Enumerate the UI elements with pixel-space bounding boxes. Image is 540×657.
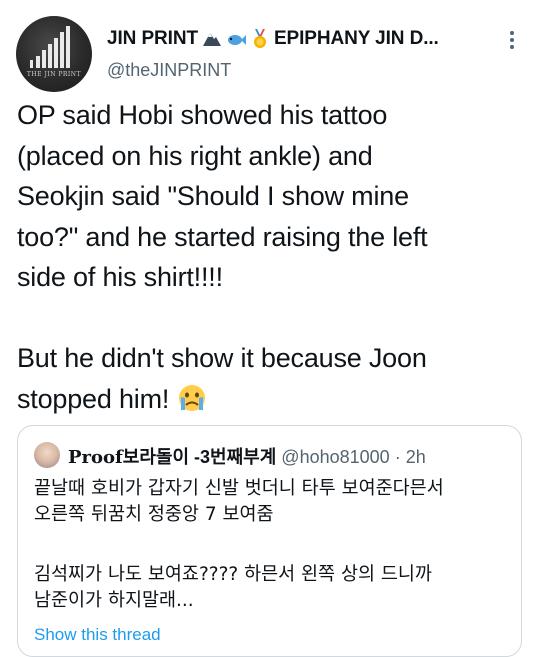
author-handle[interactable]: @theJINPRINT xyxy=(107,60,231,81)
more-options-icon[interactable] xyxy=(505,29,519,51)
mountain-icon xyxy=(202,33,221,46)
author-display-name[interactable]: JIN PRINT EPIPHANY JIN D... xyxy=(107,28,439,50)
quoted-tweet-header: Proof보라돌이 -3번째부계 @hoho81000 · 2h xyxy=(68,443,426,469)
quoted-author-avatar[interactable] xyxy=(34,442,60,468)
tweet-paragraph-2: But he didn't show it because Joon stopp… xyxy=(17,338,529,419)
bar-logo-icon xyxy=(30,26,70,68)
tweet-paragraph-1: OP said Hobi showed his tattoo (placed o… xyxy=(17,100,428,292)
quoted-author-handle: @hoho81000 xyxy=(281,447,390,467)
medal-icon xyxy=(253,29,266,48)
display-name-start: JIN PRINT xyxy=(107,28,198,49)
tweet-paragraph-2-line-1: But he didn't show it because Joon xyxy=(17,343,427,373)
quoted-timestamp: 2h xyxy=(405,447,426,467)
quoted-author-name-fraktur: Proof xyxy=(68,447,123,468)
display-name-end: EPIPHANY JIN D... xyxy=(273,28,439,49)
avatar-text: THE JIN PRINT xyxy=(26,71,82,78)
fish-icon xyxy=(227,35,246,45)
author-avatar[interactable]: THE JIN PRINT xyxy=(16,16,92,92)
quoted-author-name: Proof보라돌이 -3번째부계 xyxy=(68,447,277,468)
crying-face-icon xyxy=(178,384,205,411)
quoted-tweet[interactable]: Proof보라돌이 -3번째부계 @hoho81000 · 2h 끝날때 호비가… xyxy=(17,425,522,657)
quoted-tweet-body-2: 김석찌가 나도 보여죠???? 하믄서 왼쪽 상의 드니까 남준이가 하지말래.… xyxy=(34,564,432,611)
show-this-thread-link[interactable]: Show this thread xyxy=(34,625,161,645)
quoted-separator: · xyxy=(394,447,401,467)
quoted-tweet-body-1: 끝날때 호비가 갑자기 신발 벗더니 타투 보여준다믄서 오른쪽 뒤꿈치 정중앙… xyxy=(34,478,444,525)
quoted-author-name-rest: 보라돌이 -3번째부계 xyxy=(122,447,277,467)
tweet-paragraph-2-line-2: stopped him! xyxy=(17,383,177,414)
